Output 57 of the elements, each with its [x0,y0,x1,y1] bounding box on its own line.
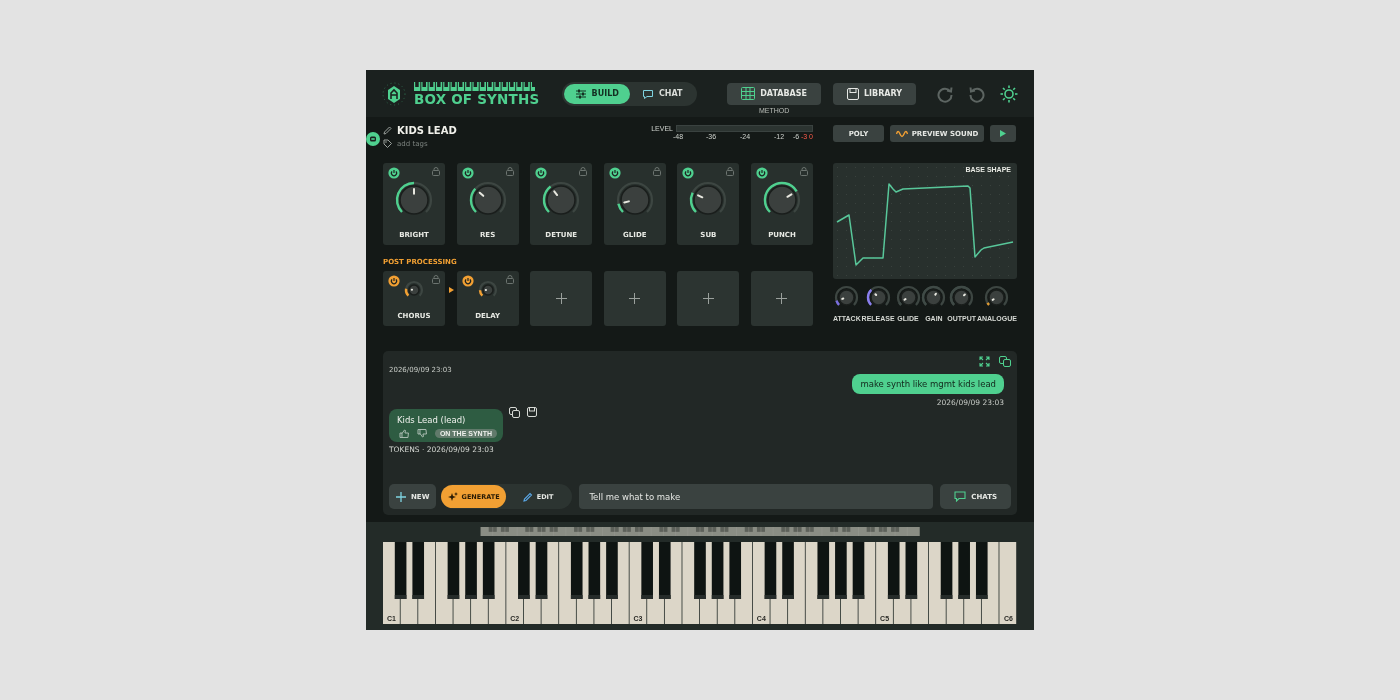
database-button[interactable]: DATABASE [727,82,821,105]
plus-icon [555,293,567,305]
patch-name[interactable]: KIDS LEAD [397,125,457,137]
sliders-icon [574,88,587,99]
power-icon[interactable] [461,167,474,180]
logo-icon [382,80,406,107]
power-icon[interactable] [388,275,400,288]
side-toggle-button[interactable] [366,132,380,147]
lock-icon[interactable] [505,167,514,177]
power-icon[interactable] [682,167,695,180]
play-icon [1000,130,1006,138]
piano-keys-drawing[interactable] [383,542,1017,624]
prompt-field[interactable]: Tell me what to make [579,484,934,509]
power-icon[interactable] [388,167,400,180]
mode-tab[interactable]: CHAT [629,83,695,104]
power-icon[interactable] [461,275,474,288]
plus-icon [629,293,641,305]
copy-icon[interactable] [999,356,1011,368]
lock-icon[interactable] [432,167,440,177]
plus-icon [396,491,406,502]
speech-bubble-icon [641,88,654,99]
copy-icon[interactable] [509,407,520,419]
app-title: BOX OF SYNTHS [414,91,540,106]
undo-icon[interactable] [936,84,954,103]
lock-icon[interactable] [505,275,514,285]
pencil-icon [522,491,533,502]
redo-icon[interactable] [968,84,986,103]
lock-icon[interactable] [579,167,588,177]
lock-icon[interactable] [726,167,735,177]
chain-arrow-icon [449,287,454,294]
power-icon[interactable] [755,167,768,180]
tag-icon [383,139,392,149]
plus-icon [702,293,714,305]
save-icon[interactable] [527,407,537,418]
user-message: make synth like mgmt kids lead [852,374,1004,395]
mode-tab[interactable]: BUILD [564,83,630,104]
lock-icon[interactable] [432,275,440,285]
play-button[interactable] [990,125,1016,143]
pencil-icon[interactable] [383,126,392,136]
save-icon [846,87,859,100]
power-icon[interactable] [535,167,548,180]
speech-bubble-icon [954,491,967,502]
wave-icon [895,129,908,138]
sun-icon[interactable] [1000,84,1018,103]
message-text: Kids Lead (lead) [397,415,467,426]
grid-icon [741,87,756,101]
sparkle-icon [447,491,458,502]
plus-icon [776,293,788,305]
lock-icon[interactable] [799,167,808,177]
power-icon[interactable] [608,167,621,180]
logo-keys-icon [414,81,535,91]
panel-icon [369,135,377,144]
expand-icon[interactable] [979,356,990,368]
library-button[interactable]: LIBRARY [832,82,916,105]
thumbs-down-icon[interactable] [416,429,428,439]
lock-icon[interactable] [652,167,661,177]
thumbs-up-icon[interactable] [399,429,410,439]
